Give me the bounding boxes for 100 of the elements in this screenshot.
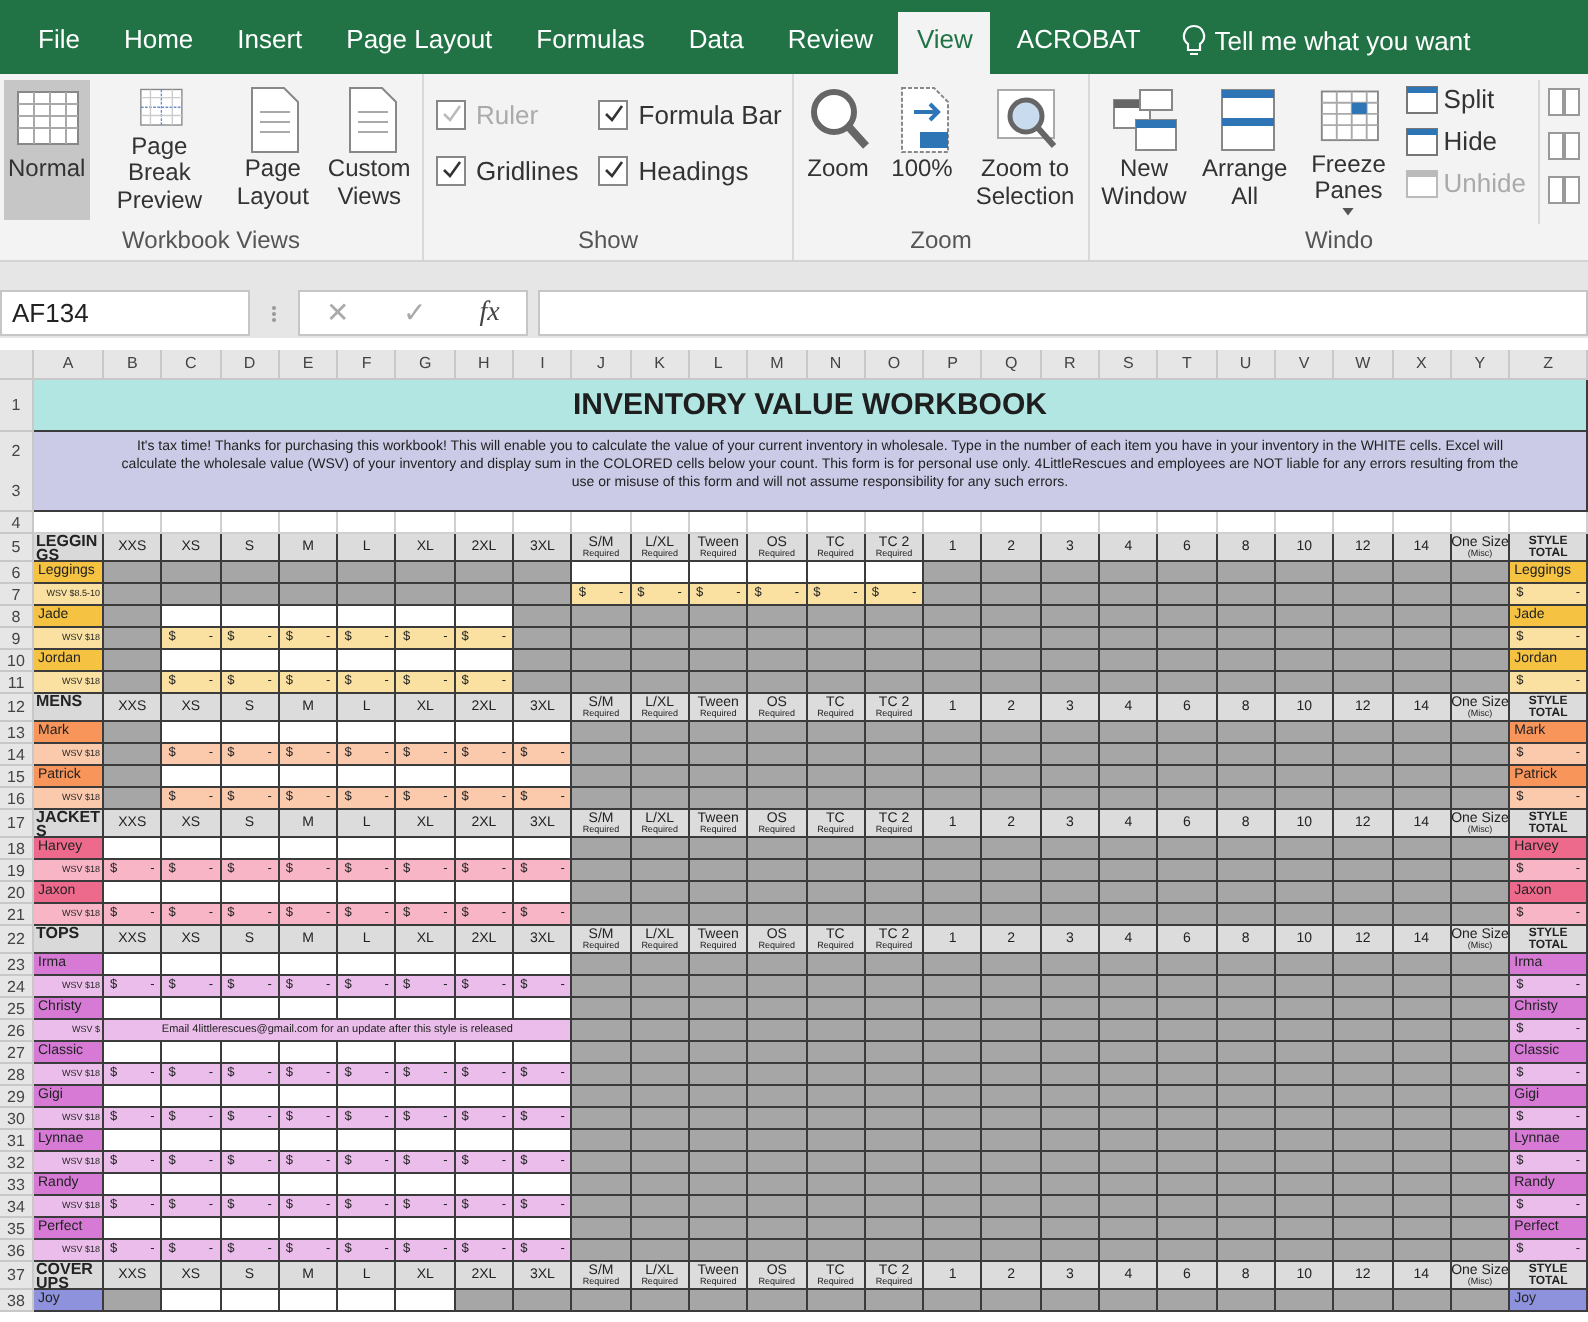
row-number[interactable]: 20	[0, 882, 34, 904]
row-number[interactable]: 38	[0, 1290, 34, 1312]
input-cell[interactable]	[162, 1130, 222, 1152]
input-cell[interactable]	[807, 562, 866, 584]
row-number[interactable]: 37	[0, 1262, 34, 1290]
column-header[interactable]: Y	[1451, 350, 1511, 380]
input-cell[interactable]	[104, 954, 163, 976]
input-cell[interactable]	[631, 562, 690, 584]
column-header[interactable]: X	[1393, 350, 1452, 380]
input-cell[interactable]	[279, 838, 339, 860]
input-cell[interactable]	[162, 650, 222, 672]
input-cell[interactable]	[162, 954, 222, 976]
row-number[interactable]: 9	[0, 628, 34, 650]
row-number[interactable]: 8	[0, 606, 34, 628]
ribbon-tab[interactable]: Data	[670, 12, 762, 74]
input-cell[interactable]	[162, 1290, 222, 1312]
input-cell[interactable]	[455, 1042, 515, 1064]
column-header[interactable]: O	[865, 350, 925, 380]
input-cell[interactable]	[455, 1174, 515, 1196]
input-cell[interactable]	[162, 838, 222, 860]
input-cell[interactable]	[396, 1086, 456, 1108]
row-number[interactable]: 3	[0, 471, 32, 510]
input-cell[interactable]	[455, 1218, 515, 1240]
row-number[interactable]: 27	[0, 1042, 34, 1064]
column-header[interactable]: A	[34, 350, 104, 380]
input-cell[interactable]	[514, 998, 573, 1020]
input-cell[interactable]	[514, 722, 573, 744]
input-cell[interactable]	[162, 1042, 222, 1064]
input-cell[interactable]	[338, 954, 397, 976]
input-cell[interactable]	[221, 1290, 280, 1312]
input-cell[interactable]	[396, 1042, 456, 1064]
input-cell[interactable]	[279, 1042, 339, 1064]
input-cell[interactable]	[221, 1130, 280, 1152]
side-by-side-icon[interactable]	[1548, 176, 1580, 204]
input-cell[interactable]	[221, 722, 280, 744]
row-number[interactable]: 14	[0, 744, 34, 766]
input-cell[interactable]	[338, 650, 397, 672]
row-number[interactable]: 18	[0, 838, 34, 860]
input-cell[interactable]	[221, 838, 280, 860]
tell-me-search[interactable]: Tell me what you want	[1214, 25, 1471, 55]
input-cell[interactable]	[104, 882, 163, 904]
row-number[interactable]: 35	[0, 1218, 34, 1240]
input-cell[interactable]	[338, 606, 397, 628]
input-cell[interactable]	[221, 882, 280, 904]
input-cell[interactable]	[338, 1290, 397, 1312]
input-cell[interactable]	[514, 766, 573, 788]
ribbon-tab[interactable]: Home	[105, 12, 212, 74]
ribbon-button[interactable]: Custom Views	[320, 80, 418, 220]
input-cell[interactable]	[396, 1130, 456, 1152]
input-cell[interactable]	[514, 1130, 573, 1152]
input-cell[interactable]	[514, 954, 573, 976]
row-number[interactable]: 23	[0, 954, 34, 976]
input-cell[interactable]	[221, 1086, 280, 1108]
input-cell[interactable]	[104, 998, 163, 1020]
input-cell[interactable]	[338, 838, 397, 860]
column-header[interactable]: F	[338, 350, 397, 380]
input-cell[interactable]	[455, 882, 515, 904]
input-cell[interactable]	[221, 650, 280, 672]
ribbon-button[interactable]: 100%	[882, 80, 962, 220]
input-cell[interactable]	[455, 766, 515, 788]
input-cell[interactable]	[338, 722, 397, 744]
column-header[interactable]: N	[807, 350, 866, 380]
input-cell[interactable]	[162, 1218, 222, 1240]
insert-function-button[interactable]: fx	[479, 292, 500, 334]
input-cell[interactable]	[104, 838, 163, 860]
side-by-side-icon[interactable]	[1548, 88, 1580, 116]
side-by-side-icon[interactable]	[1548, 132, 1580, 160]
input-cell[interactable]	[162, 882, 222, 904]
row-number[interactable]: 16	[0, 788, 34, 810]
ribbon-button[interactable]: Hide	[1405, 126, 1526, 156]
ribbon-button[interactable]: Page Break Preview	[93, 80, 226, 220]
input-cell[interactable]	[221, 766, 280, 788]
row-number[interactable]: 11	[0, 672, 34, 694]
input-cell[interactable]	[221, 998, 280, 1020]
input-cell[interactable]	[279, 766, 339, 788]
formula-input[interactable]	[538, 290, 1588, 336]
input-cell[interactable]	[455, 606, 515, 628]
input-cell[interactable]	[455, 722, 515, 744]
input-cell[interactable]	[221, 1218, 280, 1240]
column-header[interactable]: B	[104, 350, 163, 380]
column-header[interactable]: W	[1334, 350, 1394, 380]
input-cell[interactable]	[514, 1174, 573, 1196]
row-number[interactable]: 33	[0, 1174, 34, 1196]
input-cell[interactable]	[279, 1290, 339, 1312]
row-number[interactable]: 25	[0, 998, 34, 1020]
column-header[interactable]: D	[221, 350, 280, 380]
row-number[interactable]: 7	[0, 584, 34, 606]
input-cell[interactable]	[455, 838, 515, 860]
row-number[interactable]: 36	[0, 1240, 34, 1262]
row-number[interactable]: 12	[0, 694, 34, 722]
row-number[interactable]: 19	[0, 860, 34, 882]
input-cell[interactable]	[162, 998, 222, 1020]
row-number[interactable]: 34	[0, 1196, 34, 1218]
ribbon-button[interactable]: Zoom to Selection	[966, 80, 1084, 220]
input-cell[interactable]	[279, 650, 339, 672]
column-header[interactable]: Q	[982, 350, 1042, 380]
ribbon-tab[interactable]: Review	[769, 12, 891, 74]
input-cell[interactable]	[221, 1174, 280, 1196]
input-cell[interactable]	[338, 882, 397, 904]
ribbon-button[interactable]: Freeze Panes	[1295, 80, 1402, 220]
